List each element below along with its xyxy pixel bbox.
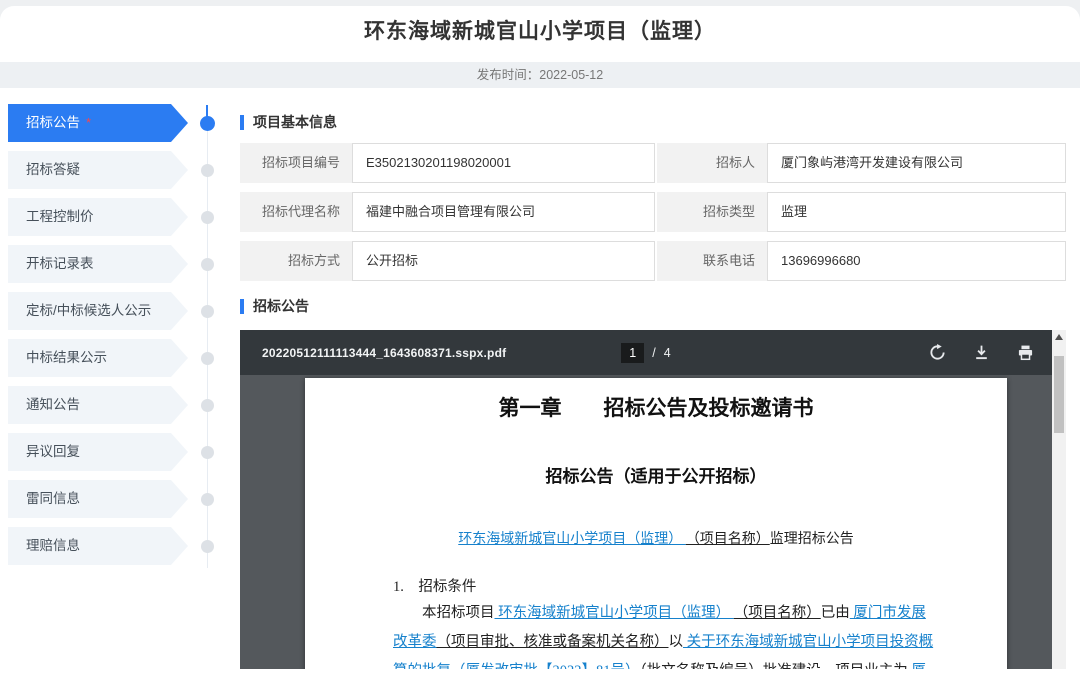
pdf-page: 第一章 招标公告及投标邀请书 招标公告（适用于公开招标） 环东海域新城官山小学项…	[305, 378, 1007, 669]
document-paragraph-line: 本招标项目 环东海域新城官山小学项目（监理） （项目名称）已由 厦门市发展	[393, 599, 951, 628]
timeline-dot	[201, 352, 214, 365]
document-text: 批准建设，项目业主为	[763, 663, 908, 669]
document-text: 以	[669, 634, 684, 650]
pdf-page-input[interactable]: 1	[621, 343, 644, 363]
field-label: 招标方式	[240, 241, 352, 281]
sidebar-item[interactable]: 工程控制价	[8, 198, 188, 236]
document-text: （项目审批、核准或备案机关名称）	[437, 634, 669, 650]
pdf-viewer: 20220512111113444_1643608371.sspx.pdf 1/…	[240, 330, 1066, 669]
field-label: 招标代理名称	[240, 192, 352, 232]
print-icon[interactable]	[1017, 344, 1034, 361]
field-label: 招标项目编号	[240, 143, 352, 183]
document-link-text: 厦	[908, 663, 926, 669]
sidebar-item[interactable]: 通知公告	[8, 386, 188, 424]
document-title-line: 环东海域新城官山小学项目（监理） （项目名称）监理招标公告	[305, 528, 1007, 548]
sidebar-item-label: 工程控制价	[26, 209, 94, 224]
table-row: 招标项目编号E3502130201198020001招标人厦门象屿港湾开发建设有…	[240, 143, 1066, 183]
sidebar-item[interactable]: 异议回复	[8, 433, 188, 471]
field-label: 联系电话	[657, 241, 767, 281]
section-title: 招标公告	[253, 296, 309, 316]
pdf-content-area[interactable]: 第一章 招标公告及投标邀请书 招标公告（适用于公开招标） 环东海域新城官山小学项…	[240, 375, 1052, 669]
field-label: 招标类型	[657, 192, 767, 232]
document-paragraph: 本招标项目 环东海域新城官山小学项目（监理） （项目名称）已由 厦门市发展改革委…	[393, 599, 951, 669]
timeline-dot	[201, 399, 214, 412]
sidebar-item[interactable]: 招标答疑	[8, 151, 188, 189]
pdf-total-pages: 4	[664, 346, 671, 360]
sidebar-item[interactable]: 雷同信息	[8, 480, 188, 518]
pdf-toolbar: 20220512111113444_1643608371.sspx.pdf 1/…	[240, 330, 1052, 375]
document-text: （项目名称）	[734, 605, 821, 621]
document-link-text: 关于环东海域新城官山小学项目投资概	[683, 634, 933, 650]
document-chapter-heading: 第一章 招标公告及投标邀请书	[305, 392, 1007, 422]
sidebar-item-label: 理赔信息	[26, 538, 80, 553]
section-header-basic-info: 项目基本信息	[240, 112, 337, 132]
field-label: 招标人	[657, 143, 767, 183]
table-row: 招标方式公开招标联系电话13696996680	[240, 241, 1066, 281]
page-separator: /	[652, 346, 655, 360]
sidebar-item[interactable]: 招标公告 *	[8, 104, 188, 142]
document-text: 本招标项目	[422, 605, 495, 621]
field-value: 福建中融合项目管理有限公司	[352, 192, 655, 232]
document-link-text: 厦门市发展	[850, 605, 926, 621]
document-link-text: 环东海域新城官山小学项目（监理）	[495, 605, 734, 621]
table-row: 招标代理名称福建中融合项目管理有限公司招标类型监理	[240, 192, 1066, 232]
download-icon[interactable]	[973, 344, 990, 361]
sidebar-item[interactable]: 理赔信息	[8, 527, 188, 565]
document-text: 监理招标公告	[770, 532, 854, 547]
pdf-scrollbar[interactable]	[1052, 330, 1066, 669]
field-value: 公开招标	[352, 241, 655, 281]
sidebar-item[interactable]: 定标/中标候选人公示	[8, 292, 188, 330]
timeline-dot	[201, 211, 214, 224]
sidebar-item-label: 中标结果公示	[26, 350, 107, 365]
page-title: 环东海域新城官山小学项目（监理）	[0, 6, 1080, 58]
sidebar-item[interactable]: 开标记录表	[8, 245, 188, 283]
document-text: 已由	[821, 605, 850, 621]
main-container: 环东海域新城官山小学项目（监理） 发布时间：2022-05-12 招标公告*招标…	[0, 6, 1080, 675]
sidebar-item[interactable]: 中标结果公示	[8, 339, 188, 377]
field-value: 厦门象屿港湾开发建设有限公司	[767, 143, 1066, 183]
timeline-dot	[201, 164, 214, 177]
sidebar-item-label: 定标/中标候选人公示	[26, 303, 151, 318]
document-link-text: 改革委	[393, 634, 437, 650]
sidebar: 招标公告 * 招标答疑工程控制价开标记录表定标/中标候选人公示中标结果公示通知公告异…	[8, 104, 188, 574]
document-paragraph-line: 改革委（项目审批、核准或备案机关名称）以 关于环东海域新城官山小学项目投资概	[393, 628, 951, 657]
timeline-dot	[200, 116, 215, 131]
rotate-icon[interactable]	[929, 344, 946, 361]
section-accent-bar	[240, 115, 244, 130]
document-paragraph-line: 算的批复（厦发改审批【2022】81号）（批文名称及编号）批准建设，项目业主为 …	[393, 657, 951, 669]
document-subheading: 招标公告（适用于公开招标）	[305, 462, 1007, 487]
document-text: （项目名称）	[686, 532, 770, 547]
basic-info-table: 招标项目编号E3502130201198020001招标人厦门象屿港湾开发建设有…	[240, 143, 1066, 290]
sidebar-item-label: 雷同信息	[26, 491, 80, 506]
field-value: E3502130201198020001	[352, 143, 655, 183]
section-title: 项目基本信息	[253, 112, 337, 132]
scrollbar-thumb[interactable]	[1054, 356, 1064, 433]
publish-time: 发布时间：2022-05-12	[0, 62, 1080, 88]
section-accent-bar	[240, 299, 244, 314]
document-link-text: 环东海域新城官山小学项目（监理）	[458, 532, 686, 547]
timeline-dot	[201, 305, 214, 318]
sidebar-item-label: 招标答疑	[26, 162, 80, 177]
field-value: 监理	[767, 192, 1066, 232]
sidebar-item-label: 通知公告	[26, 397, 80, 412]
timeline-dot	[201, 446, 214, 459]
field-value: 13696996680	[767, 241, 1066, 281]
page-header: 环东海域新城官山小学项目（监理）	[0, 6, 1080, 56]
document-link-text: 算的批复（厦发改审批【2022】81号）	[393, 663, 640, 669]
timeline-dot	[201, 540, 214, 553]
document-text: （批文名称及编号）	[640, 663, 763, 669]
sidebar-item-label: 开标记录表	[26, 256, 94, 271]
document-section-heading: 1. 招标条件	[393, 575, 476, 596]
timeline-dot	[201, 258, 214, 271]
required-asterisk: *	[86, 115, 91, 130]
sidebar-item-label: 异议回复	[26, 444, 80, 459]
timeline-dot	[201, 493, 214, 506]
pdf-toolbar-icons	[929, 344, 1052, 361]
section-header-announcement: 招标公告	[240, 296, 309, 316]
scroll-up-icon[interactable]	[1055, 334, 1063, 340]
sidebar-item-label: 招标公告	[26, 115, 80, 130]
